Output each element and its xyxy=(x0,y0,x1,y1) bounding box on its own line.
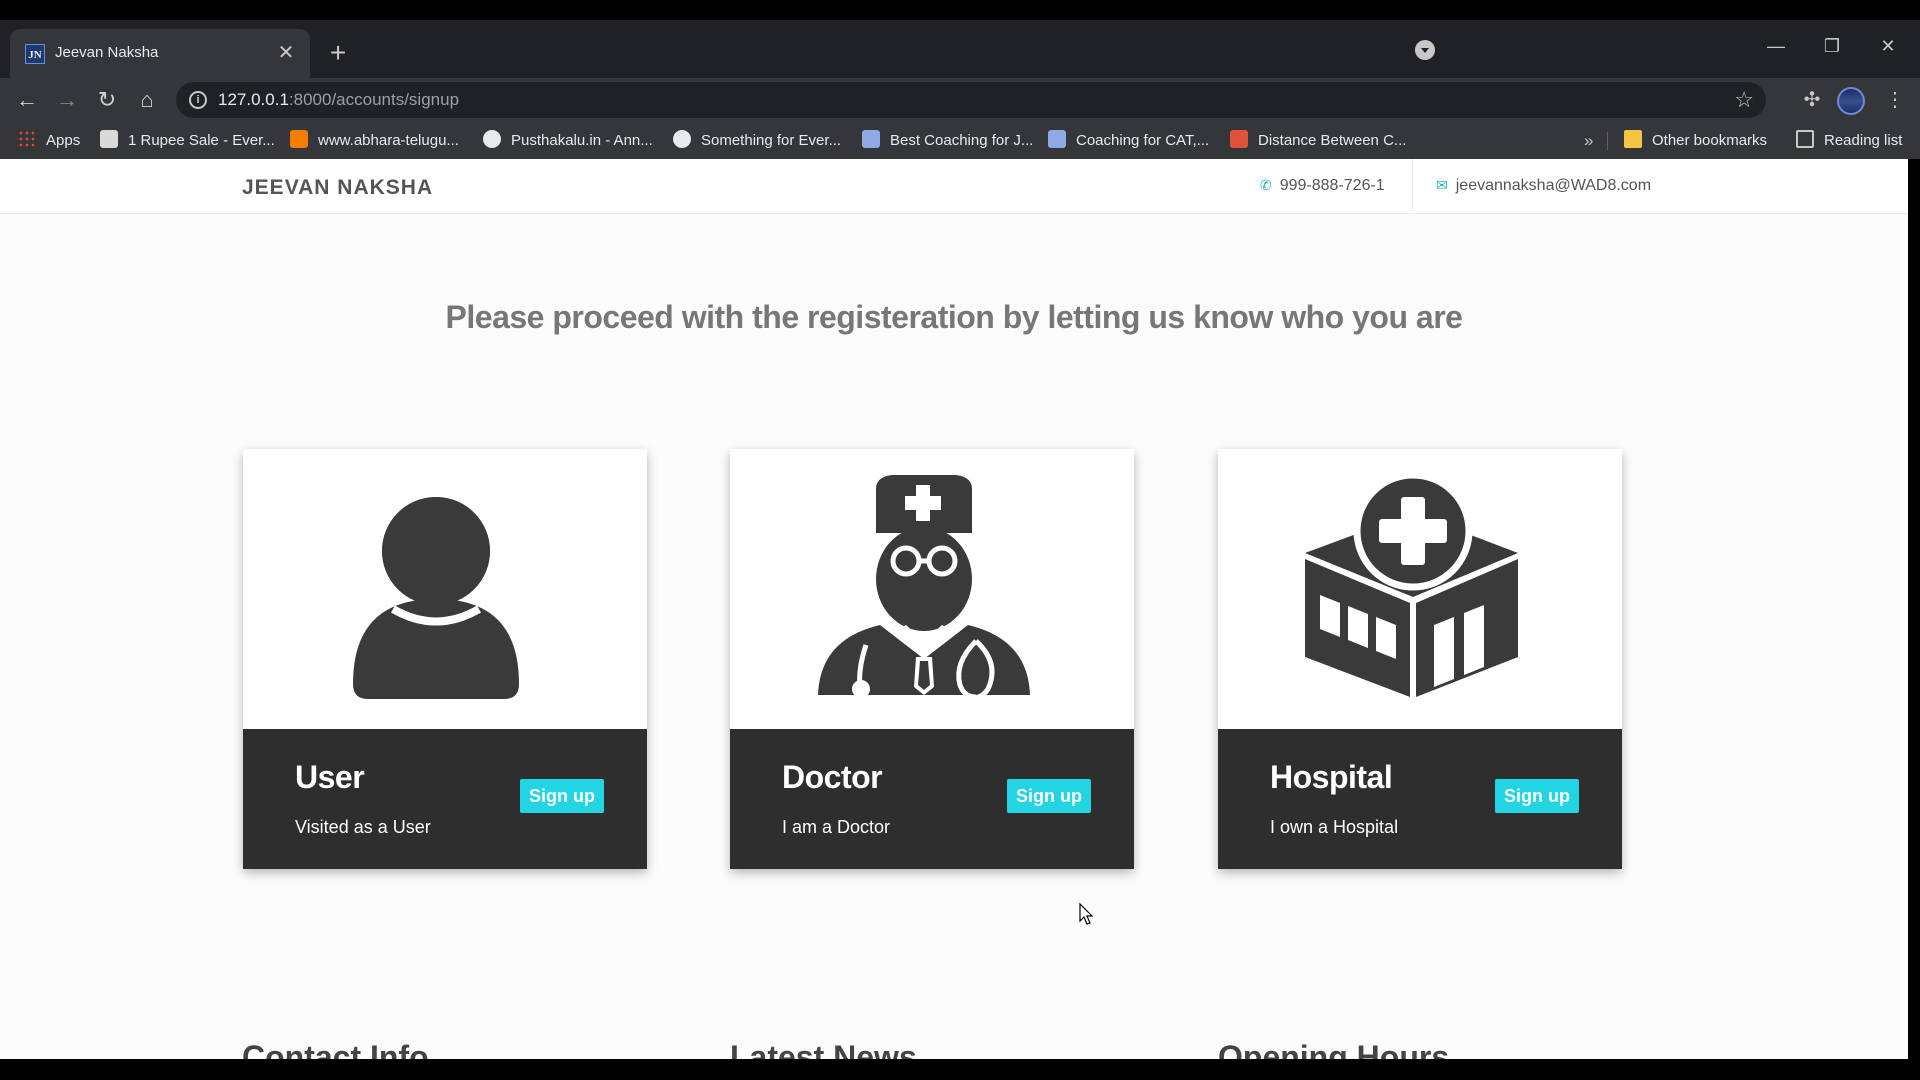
bookmark-item[interactable]: 1 Rupee Sale - Ever... xyxy=(100,122,275,159)
footer-heading: Opening Hours xyxy=(1218,1039,1450,1059)
browser-toolbar: ← → ↻ ⌂ i 127.0.0.1:8000/accounts/signup… xyxy=(0,78,1920,122)
reading-list-icon xyxy=(1796,130,1814,149)
card-title: Hospital xyxy=(1270,759,1393,795)
card-description: I own a Hospital xyxy=(1270,817,1399,837)
avatar[interactable] xyxy=(1837,87,1865,115)
bookmark-item[interactable]: Something for Ever... xyxy=(673,122,841,159)
card-image xyxy=(730,449,1134,729)
reload-icon[interactable]: ↻ xyxy=(91,84,123,116)
url-text[interactable]: 127.0.0.1:8000/accounts/signup xyxy=(218,90,459,110)
favicon-icon: JN xyxy=(25,44,45,64)
minimize-button[interactable]: — xyxy=(1754,32,1798,60)
phone-icon: ✆ xyxy=(1260,177,1272,193)
doctor-card: Doctor I am a Doctor Sign up xyxy=(730,449,1134,869)
bookmark-favicon-icon xyxy=(1048,130,1066,149)
card-description: I am a Doctor xyxy=(782,817,891,837)
browser-tab[interactable]: JN Jeevan Naksha ✕ xyxy=(10,29,310,78)
new-tab-button[interactable]: + xyxy=(322,39,354,72)
card-footer: Hospital I own a Hospital Sign up xyxy=(1218,729,1622,869)
footer-heading: Contact Info xyxy=(242,1039,429,1059)
hospital-signup-button[interactable]: Sign up xyxy=(1495,779,1579,813)
user-card: User Visited as a User Sign up xyxy=(243,449,647,869)
menu-icon[interactable]: ⋮ xyxy=(1879,84,1911,116)
close-window-button[interactable]: ✕ xyxy=(1866,32,1910,60)
card-title: User xyxy=(295,759,365,795)
hospital-icon xyxy=(1305,471,1518,699)
site-header: JEEVAN NAKSHA ✆ 999-888-726-1 ✉ jeevannaks… xyxy=(0,159,1908,214)
bookmark-apps[interactable]: Apps xyxy=(18,122,80,159)
tab-search-icon[interactable] xyxy=(1415,40,1435,60)
site-brand[interactable]: JEEVAN NAKSHA xyxy=(242,176,433,200)
folder-icon xyxy=(1624,130,1642,149)
blogger-icon xyxy=(290,130,308,149)
bookmarks-bar: Apps 1 Rupee Sale - Ever... www.abhara-t… xyxy=(0,122,1920,159)
bookmark-item[interactable]: Best Coaching for J... xyxy=(862,122,1033,159)
tab-title: Jeevan Naksha xyxy=(55,44,159,61)
card-footer: User Visited as a User Sign up xyxy=(243,729,647,869)
bookmark-favicon-icon xyxy=(1230,130,1248,149)
home-icon[interactable]: ⌂ xyxy=(131,84,163,116)
other-bookmarks[interactable]: Other bookmarks xyxy=(1624,122,1767,159)
bookmark-favicon-icon xyxy=(100,130,118,149)
bookmark-item[interactable]: Pusthakalu.in - Ann... xyxy=(483,122,653,159)
divider xyxy=(1412,159,1413,214)
forward-icon[interactable]: → xyxy=(51,84,83,116)
back-icon[interactable]: ← xyxy=(11,84,43,116)
card-footer: Doctor I am a Doctor Sign up xyxy=(730,729,1134,869)
email-contact: ✉ jeevannaksha@WAD8.com xyxy=(1436,177,1652,194)
bookmark-item[interactable]: Distance Between C... xyxy=(1230,122,1406,159)
globe-icon xyxy=(483,130,501,149)
info-icon[interactable]: i xyxy=(189,91,207,109)
footer-heading: Latest News xyxy=(730,1039,917,1059)
phone-contact: ✆ 999-888-726-1 xyxy=(1260,177,1385,194)
doctor-signup-button[interactable]: Sign up xyxy=(1007,779,1091,813)
address-bar[interactable]: i 127.0.0.1:8000/accounts/signup ☆ xyxy=(176,82,1766,118)
doctor-icon xyxy=(818,475,1030,701)
card-image xyxy=(243,449,647,729)
browser-chrome: JN Jeevan Naksha ✕ + — ❐ ✕ ← → ↻ ⌂ i 127… xyxy=(0,20,1920,159)
card-image xyxy=(1218,449,1622,729)
card-title: Doctor xyxy=(782,759,883,795)
restore-button[interactable]: ❐ xyxy=(1810,32,1854,60)
page-title: Please proceed with the registeration by… xyxy=(445,299,1463,335)
bookmark-star-icon[interactable]: ☆ xyxy=(1734,87,1754,113)
bookmark-item[interactable]: www.abhara-telugu... xyxy=(290,122,459,159)
bookmark-item[interactable]: Coaching for CAT,... xyxy=(1048,122,1209,159)
globe-icon xyxy=(673,130,691,149)
user-icon xyxy=(353,489,519,699)
divider xyxy=(1607,132,1608,150)
mouse-cursor-icon xyxy=(1079,903,1094,925)
bottom-bar xyxy=(0,1059,1920,1080)
bookmark-favicon-icon xyxy=(862,130,880,149)
card-description: Visited as a User xyxy=(295,817,431,837)
more-bookmarks-icon[interactable]: » xyxy=(1584,122,1593,159)
reading-list[interactable]: Reading list xyxy=(1796,122,1902,159)
user-signup-button[interactable]: Sign up xyxy=(520,779,604,813)
page-viewport: JEEVAN NAKSHA ✆ 999-888-726-1 ✉ jeevannaks… xyxy=(0,159,1908,1059)
tab-close-icon[interactable]: ✕ xyxy=(274,41,298,65)
hospital-card: Hospital I own a Hospital Sign up xyxy=(1218,449,1622,869)
apps-icon xyxy=(18,130,36,149)
tab-strip: JN Jeevan Naksha ✕ + — ❐ ✕ xyxy=(0,20,1920,78)
extensions-icon[interactable]: ✣ xyxy=(1796,84,1828,116)
mail-icon: ✉ xyxy=(1436,177,1448,193)
scrollbar[interactable] xyxy=(1908,159,1920,768)
